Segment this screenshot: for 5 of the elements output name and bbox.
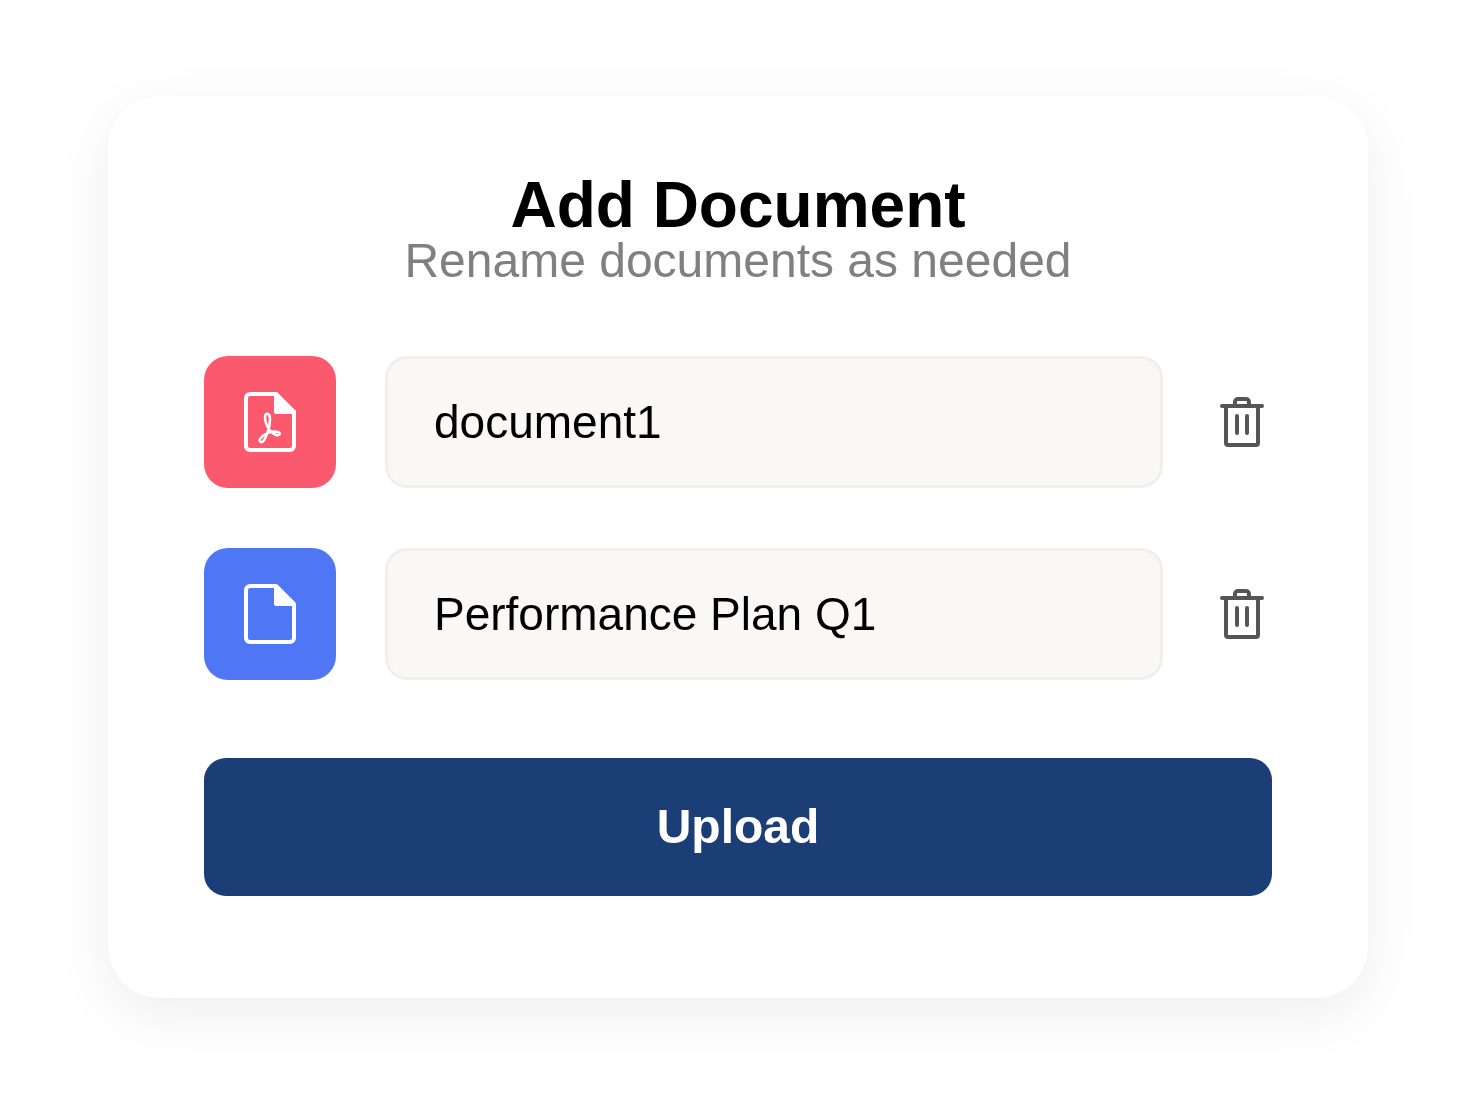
name-field[interactable]: document1: [385, 356, 1163, 488]
trash-icon: [1220, 589, 1264, 639]
trash-icon: [1220, 397, 1264, 447]
name-field[interactable]: Performance Plan Q1: [385, 548, 1163, 680]
upload-button[interactable]: Upload: [204, 758, 1272, 896]
